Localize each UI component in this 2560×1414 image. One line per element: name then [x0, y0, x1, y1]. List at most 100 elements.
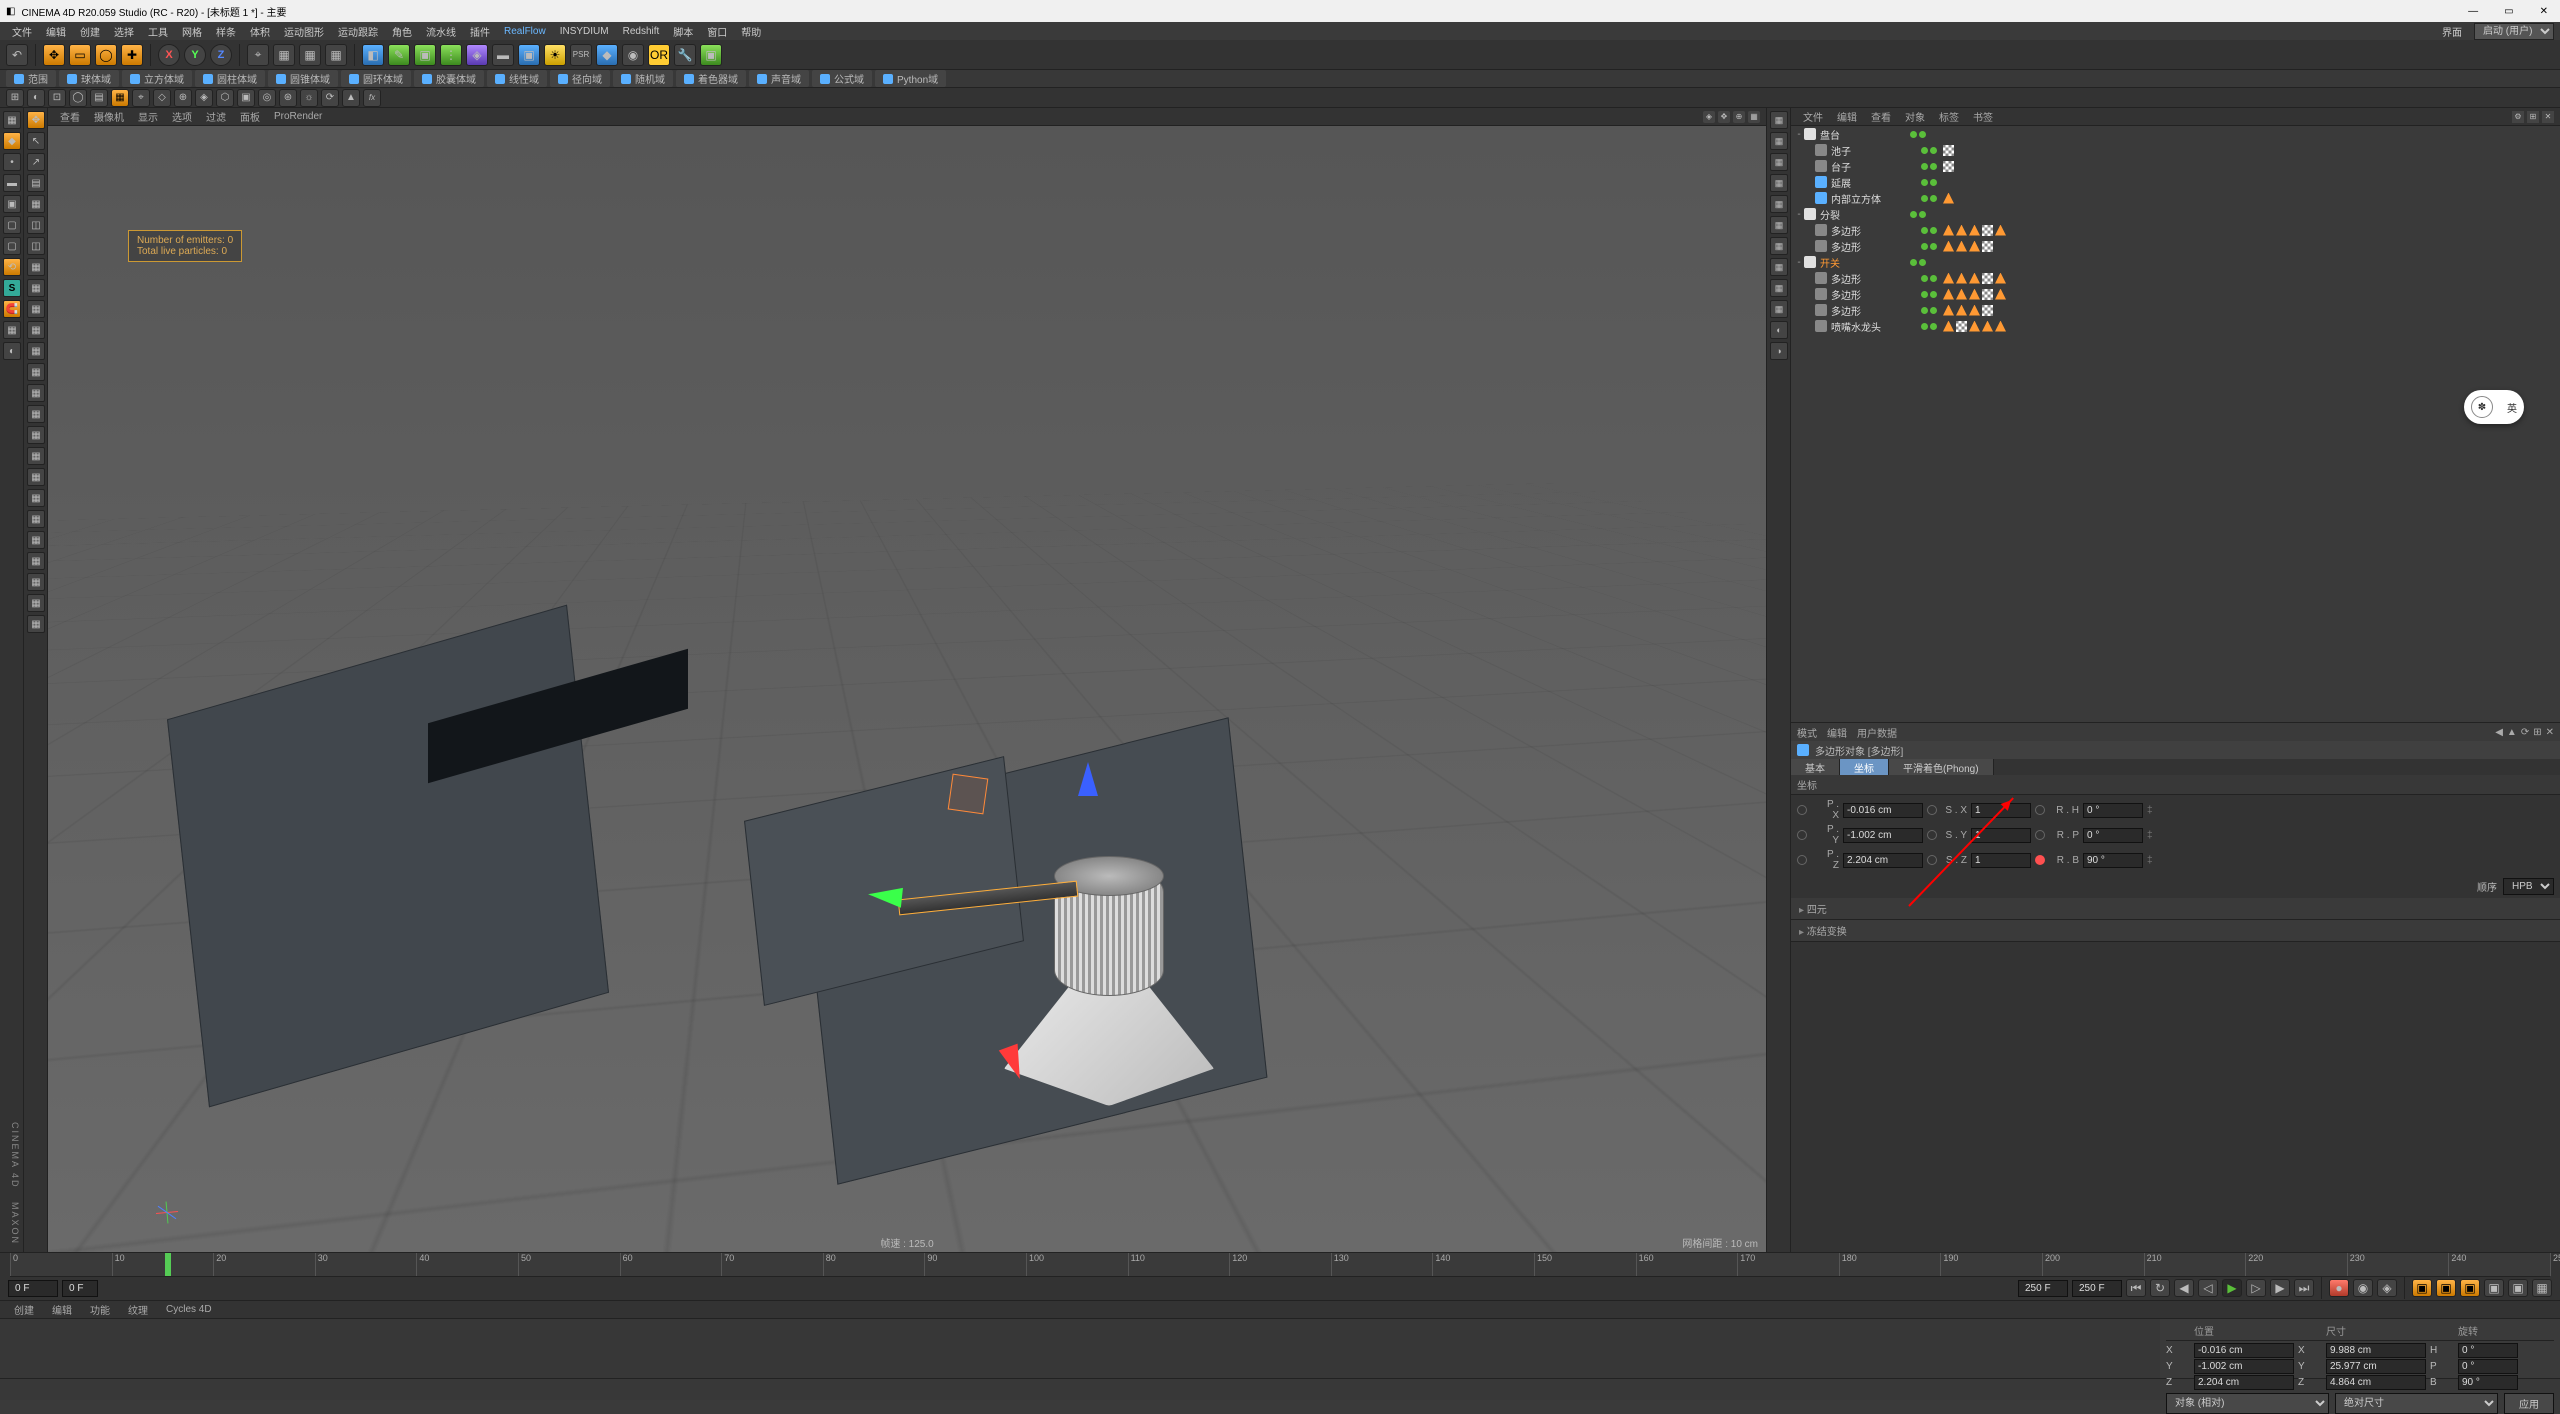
menu-编辑[interactable]: 编辑 [40, 22, 72, 41]
field-RB[interactable] [2083, 853, 2143, 868]
t3-16[interactable]: ⟳ [321, 89, 339, 107]
other1[interactable]: OR [648, 44, 670, 66]
vpmenu-过滤[interactable]: 过滤 [200, 108, 232, 125]
vpmenu-摄像机[interactable]: 摄像机 [88, 108, 130, 125]
material-manager[interactable] [0, 1319, 2160, 1378]
collapse-freeze[interactable]: 冻结变换 [1791, 920, 2560, 942]
collapse-quaternion[interactable]: 四元 [1791, 898, 2560, 920]
move-tool[interactable]: ✥ [43, 44, 65, 66]
object-row[interactable]: 多边形 [1791, 302, 2560, 318]
k2[interactable]: ▣ [2436, 1279, 2456, 1297]
s5[interactable]: ▦ [27, 195, 45, 213]
bottab-功能[interactable]: 功能 [82, 1300, 118, 1319]
maximize-button[interactable]: ▭ [2498, 4, 2519, 19]
other3[interactable]: ▣ [700, 44, 722, 66]
menu-RealFlow[interactable]: RealFlow [498, 24, 552, 39]
vpmenu-面板[interactable]: 面板 [234, 108, 266, 125]
menu-样条[interactable]: 样条 [210, 22, 242, 41]
k5[interactable]: ▣ [2508, 1279, 2528, 1297]
s6[interactable]: ◫ [27, 216, 45, 234]
menu-运动图形[interactable]: 运动图形 [278, 22, 330, 41]
size-Z[interactable] [2326, 1375, 2426, 1390]
t3-14[interactable]: ⊛ [279, 89, 297, 107]
menu-创建[interactable]: 创建 [74, 22, 106, 41]
menu-帮助[interactable]: 帮助 [735, 22, 767, 41]
apply-button[interactable]: 应用 [2504, 1393, 2554, 1414]
t3-1[interactable]: ⊞ [6, 89, 24, 107]
record-key[interactable]: ● [2329, 1279, 2349, 1297]
render-view[interactable]: ▦ [273, 44, 295, 66]
k3[interactable]: ▣ [2460, 1279, 2480, 1297]
deformer[interactable]: ◈ [466, 44, 488, 66]
vp-icon-3[interactable]: ⊕ [1733, 111, 1745, 123]
object-row[interactable]: 多边形 [1791, 222, 2560, 238]
r7[interactable]: ▦ [1770, 237, 1788, 255]
texture-mode[interactable]: ◆ [3, 132, 21, 150]
objmenu-查看[interactable]: 查看 [1865, 108, 1897, 125]
rot-B[interactable] [2458, 1375, 2518, 1390]
objmenu-书签[interactable]: 书签 [1967, 108, 1999, 125]
object-row[interactable]: 台子 [1791, 158, 2560, 174]
next-key[interactable]: ▶ [2270, 1279, 2290, 1297]
s9[interactable]: ▦ [27, 279, 45, 297]
bottab-编辑[interactable]: 编辑 [44, 1300, 80, 1319]
vpmenu-选项[interactable]: 选项 [166, 108, 198, 125]
ime-badge[interactable]: ✽ 英 [2464, 390, 2524, 424]
gizmo-axis-z[interactable] [1078, 762, 1098, 796]
field-径向域[interactable]: 径向域 [550, 70, 610, 87]
l3[interactable]: ⟲ [3, 258, 21, 276]
pen-tool[interactable]: ✎ [388, 44, 410, 66]
t3-3[interactable]: ⊡ [48, 89, 66, 107]
s7[interactable]: ◫ [27, 237, 45, 255]
t3-8[interactable]: ◇ [153, 89, 171, 107]
s1[interactable]: ✥ [27, 111, 45, 129]
field-圆锥体域[interactable]: 圆锥体域 [268, 70, 338, 87]
edge-mode[interactable]: ▬ [3, 174, 21, 192]
field-圆环体域[interactable]: 圆环体域 [341, 70, 411, 87]
r4[interactable]: ▦ [1770, 174, 1788, 192]
anim-SX[interactable] [1927, 805, 1937, 815]
t3-12[interactable]: ▣ [237, 89, 255, 107]
k4[interactable]: ▣ [2484, 1279, 2504, 1297]
menu-网格[interactable]: 网格 [176, 22, 208, 41]
s2[interactable]: ↖ [27, 132, 45, 150]
size-mode-select[interactable]: 绝对尺寸 [2335, 1393, 2498, 1414]
model-mode[interactable]: ▦ [3, 111, 21, 129]
attrmenu-模式[interactable]: 模式 [1797, 725, 1817, 740]
om-i3[interactable]: ✕ [2542, 111, 2554, 123]
menu-INSYDIUM[interactable]: INSYDIUM [554, 24, 615, 39]
menu-运动跟踪[interactable]: 运动跟踪 [332, 22, 384, 41]
menu-流水线[interactable]: 流水线 [420, 22, 462, 41]
menu-工具[interactable]: 工具 [142, 22, 174, 41]
loop-icon[interactable]: ↻ [2150, 1279, 2170, 1297]
field-线性域[interactable]: 线性域 [487, 70, 547, 87]
s15[interactable]: ▦ [27, 405, 45, 423]
t3-18[interactable]: fx [363, 89, 381, 107]
field-着色器域[interactable]: 着色器域 [676, 70, 746, 87]
object-row[interactable]: 多边形 [1791, 286, 2560, 302]
t3-10[interactable]: ◈ [195, 89, 213, 107]
anim-PY[interactable] [1797, 830, 1807, 840]
s17[interactable]: ▦ [27, 447, 45, 465]
l2[interactable]: ▢ [3, 237, 21, 255]
t3-7[interactable]: ⌖ [132, 89, 150, 107]
subdiv-tool[interactable]: ▣ [414, 44, 436, 66]
poly-mode[interactable]: ▣ [3, 195, 21, 213]
s21[interactable]: ▦ [27, 531, 45, 549]
object-manager[interactable]: -盘台池子台子延展内部立方体-分裂多边形多边形-开关多边形多边形多边形喷嘴水龙头 [1791, 126, 2560, 722]
vpmenu-查看[interactable]: 查看 [54, 108, 86, 125]
playhead[interactable] [165, 1253, 171, 1276]
t3-15[interactable]: ☼ [300, 89, 318, 107]
floor[interactable]: ▬ [492, 44, 514, 66]
coord-world[interactable]: ⌖ [247, 44, 269, 66]
cube-primitive[interactable]: ◧ [362, 44, 384, 66]
vp-icon-4[interactable]: ▦ [1748, 111, 1760, 123]
field-RP[interactable] [2083, 828, 2143, 843]
l7[interactable]: ◐ [3, 342, 21, 360]
om-i2[interactable]: ⊞ [2527, 111, 2539, 123]
menu-体积[interactable]: 体积 [244, 22, 276, 41]
rot-P[interactable] [2458, 1359, 2518, 1374]
attr-i2[interactable]: ⊞ [2533, 727, 2541, 738]
l5[interactable]: 🧲 [3, 300, 21, 318]
autokey[interactable]: ◉ [2353, 1279, 2373, 1297]
